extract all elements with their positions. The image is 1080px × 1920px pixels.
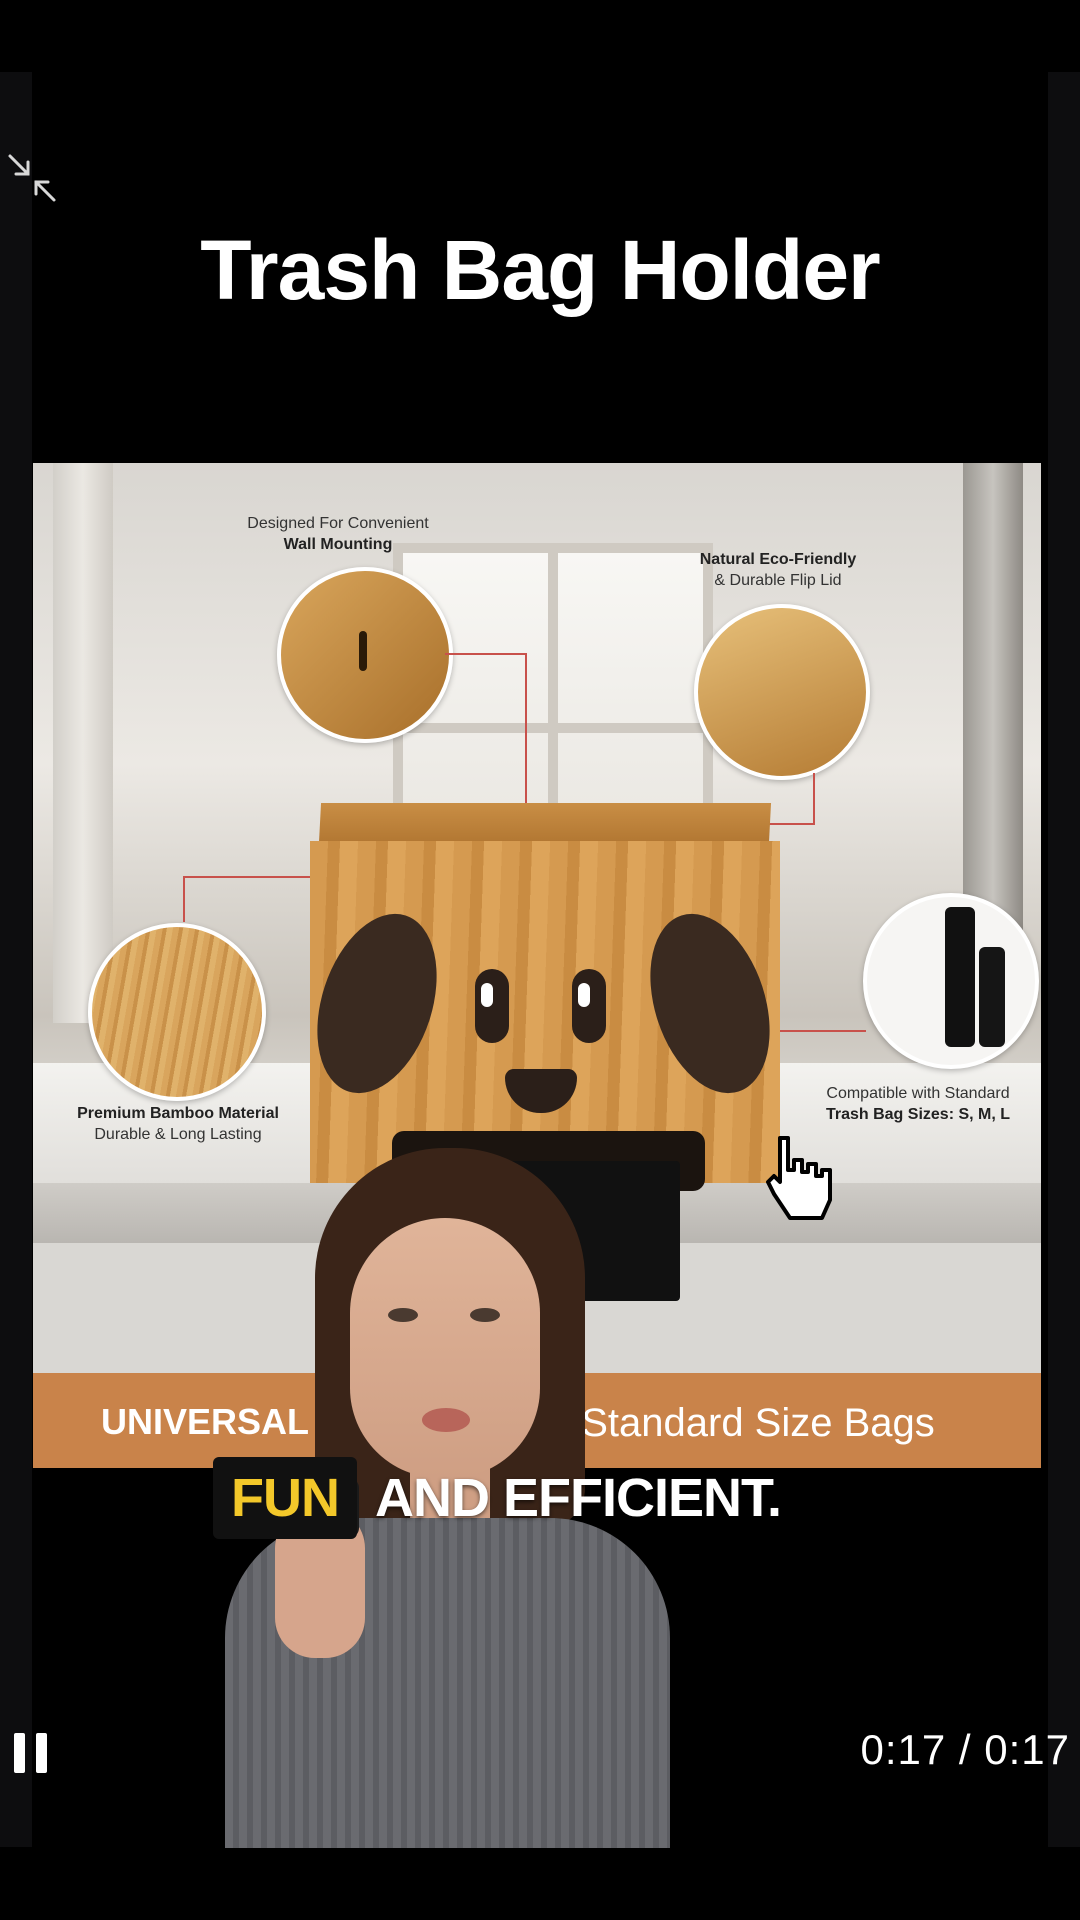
callout-text-bold: Natural Eco-Friendly [699, 551, 857, 568]
dog-eye [475, 969, 509, 1043]
pause-icon [14, 1733, 25, 1773]
minimize-icon[interactable] [6, 152, 58, 204]
callout-flip-lid: Natural Eco-Friendly & Durable Flip Lid [683, 549, 873, 591]
hand-cursor-icon [766, 1136, 832, 1220]
callout-line [183, 876, 185, 922]
presenter-lips [422, 1408, 470, 1432]
pause-button[interactable] [14, 1733, 50, 1773]
callout-text-bold: Premium Bamboo Material [77, 1105, 279, 1122]
callout-text-bold: Trash Bag Sizes: S, M, L [825, 1106, 1011, 1123]
left-edge-strip [0, 72, 32, 1847]
detail-circle-bamboo [88, 923, 266, 1101]
presenter-eye [470, 1308, 500, 1322]
dog-nose [505, 1069, 577, 1113]
callout-text: Designed For Convenient [247, 515, 429, 532]
video-caption: FUN AND EFFICIENT. [213, 1457, 782, 1542]
pause-icon [36, 1733, 47, 1773]
detail-circle-lid [694, 604, 870, 780]
callout-line [813, 773, 815, 825]
callout-line [525, 653, 527, 803]
callout-text-bold: Wall Mounting [283, 536, 393, 553]
callout-bamboo: Premium Bamboo Material Durable & Long L… [63, 1103, 293, 1145]
video-title: Trash Bag Holder [200, 223, 881, 317]
callout-text: & Durable Flip Lid [714, 572, 842, 589]
time-display: 0:17 / 0:17 [860, 1726, 1070, 1773]
caption-text: AND EFFICIENT. [375, 1468, 782, 1528]
background-pillar [53, 463, 113, 1023]
caption-highlight: FUN [213, 1457, 357, 1539]
presenter-face [350, 1218, 540, 1478]
callout-wall-mounting: Designed For Convenient Wall Mounting [238, 513, 438, 555]
presenter-eye [388, 1308, 418, 1322]
callout-line [778, 1030, 866, 1032]
callout-text: Compatible with Standard [826, 1085, 1010, 1102]
box-lid [318, 803, 772, 843]
detail-circle-bags [863, 893, 1039, 1069]
callout-line [183, 876, 313, 878]
detail-circle-wall [277, 567, 453, 743]
right-edge-strip [1048, 72, 1080, 1847]
product-dog-box [296, 803, 791, 1301]
callout-line [445, 653, 527, 655]
callout-compatible: Compatible with Standard Trash Bag Sizes… [813, 1083, 1023, 1125]
dog-eye [572, 969, 606, 1043]
dog-ear [296, 898, 458, 1109]
box-front [296, 841, 791, 1301]
callout-text: Durable & Long Lasting [94, 1126, 262, 1143]
dog-ear [629, 898, 791, 1109]
